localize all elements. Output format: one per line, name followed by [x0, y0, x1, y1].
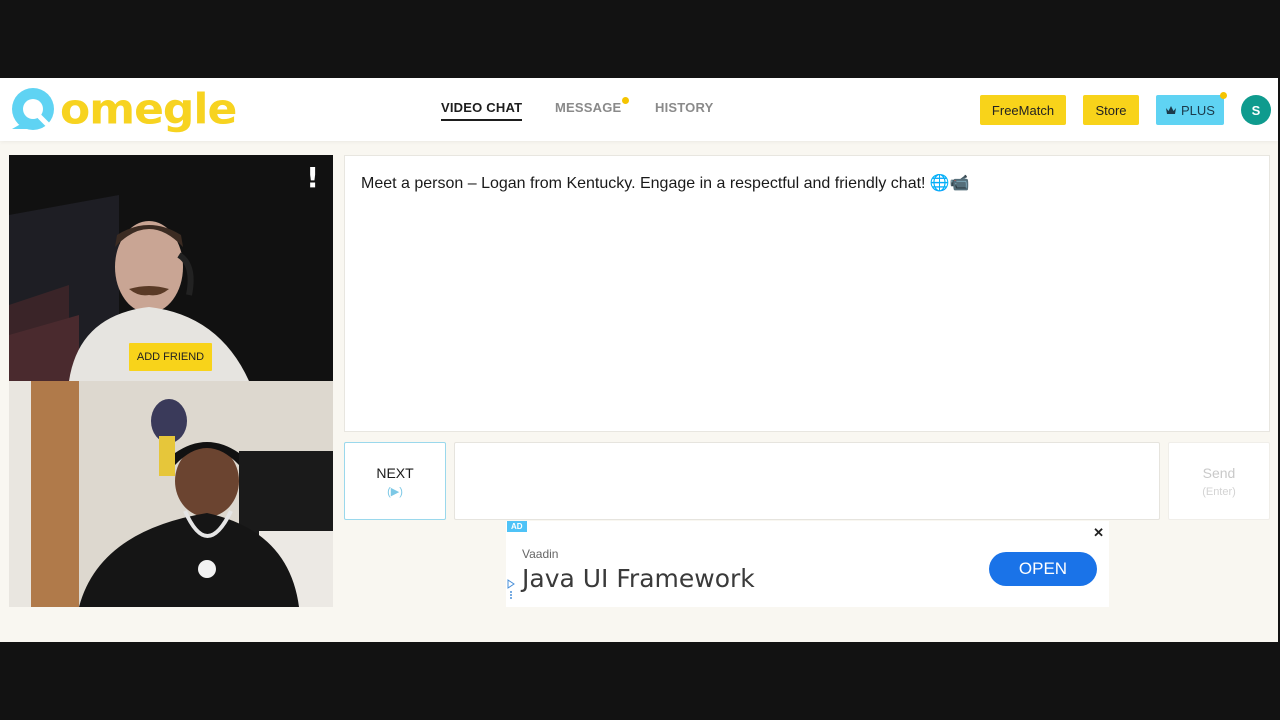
omegle-logo[interactable]: omegle	[8, 85, 237, 135]
letterbox-bottom	[0, 642, 1280, 720]
top-header: omegle VIDEO CHAT MESSAGE HISTORY FreeMa…	[0, 78, 1278, 141]
message-notification-dot	[622, 97, 630, 104]
logo-wordmark: omegle	[60, 85, 237, 134]
send-label: Send	[1202, 464, 1236, 481]
tab-video-chat[interactable]: VIDEO CHAT	[441, 100, 523, 121]
letterbox-top	[0, 0, 1280, 78]
next-button[interactable]: NEXT (▶)	[344, 442, 446, 520]
add-friend-button[interactable]: ADD FRIEND	[129, 343, 212, 371]
tab-message[interactable]: MESSAGE	[555, 97, 630, 115]
logo-mark-icon	[8, 85, 58, 135]
stranger-video: ! ADD FRIEND	[9, 155, 333, 381]
ad-info-icon[interactable]	[507, 579, 515, 601]
store-button[interactable]: Store	[1083, 95, 1139, 125]
report-button[interactable]: !	[306, 161, 319, 194]
crown-icon	[1165, 105, 1177, 115]
next-shortcut-hint: (▶)	[387, 485, 403, 498]
self-video	[9, 381, 333, 607]
message-input[interactable]	[454, 442, 1160, 520]
omegle-app: omegle VIDEO CHAT MESSAGE HISTORY FreeMa…	[0, 78, 1278, 642]
send-shortcut-hint: (Enter)	[1202, 485, 1236, 498]
avatar[interactable]: S	[1241, 95, 1271, 125]
ad-title[interactable]: Java UI Framework	[522, 564, 755, 593]
tab-message-label: MESSAGE	[555, 100, 622, 115]
plus-label: PLUS	[1181, 102, 1215, 118]
ad-banner[interactable]: AD ✕ Vaadin Java UI Framework OPEN	[506, 521, 1109, 607]
ad-brand: Vaadin	[522, 547, 559, 561]
chat-log: Meet a person – Logan from Kentucky. Eng…	[344, 155, 1270, 432]
ad-close-icon[interactable]: ✕	[1093, 525, 1104, 541]
self-video-frame	[9, 381, 333, 607]
plus-notification-dot	[1220, 92, 1227, 99]
next-label: NEXT	[376, 464, 414, 481]
freematch-button[interactable]: FreeMatch	[980, 95, 1066, 125]
system-message: Meet a person – Logan from Kentucky. Eng…	[361, 175, 970, 192]
tab-history[interactable]: HISTORY	[655, 100, 713, 115]
ad-badge: AD	[507, 521, 527, 532]
plus-button[interactable]: PLUS	[1156, 92, 1227, 125]
ad-open-button[interactable]: OPEN	[989, 552, 1097, 586]
send-button[interactable]: Send (Enter)	[1168, 442, 1270, 520]
